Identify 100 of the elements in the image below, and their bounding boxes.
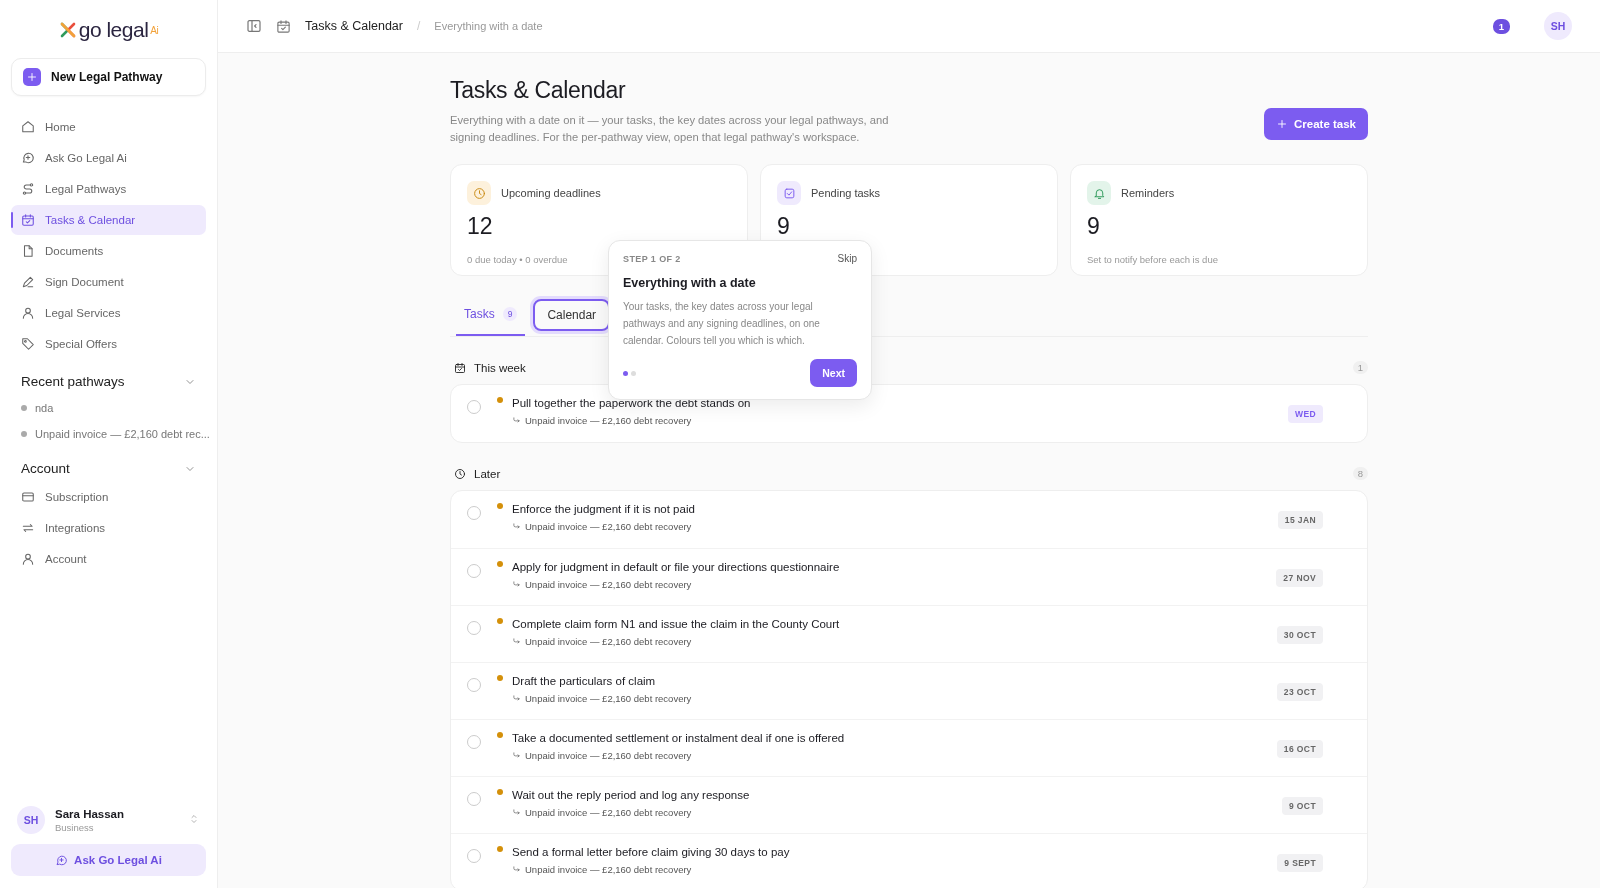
stat-label: Reminders: [1121, 187, 1175, 199]
page-title: Tasks & Calendar: [450, 77, 627, 104]
plus-icon: [23, 68, 41, 86]
task-title: Apply for judgment in default or file your directions questionnaire: [512, 561, 840, 573]
task-title: Draft the particulars of claim: [512, 675, 657, 687]
task-pathway: Unpaid invoice — £2,160 debt recovery: [525, 579, 692, 590]
date-badge: 27 NOV: [1276, 568, 1323, 587]
stat-value: 9: [777, 213, 791, 239]
chat-bubble-icon: [55, 853, 69, 867]
user-plan: Business: [55, 821, 95, 833]
section-title: Recent pathways: [21, 374, 125, 389]
task-pathway: Unpaid invoice — £2,160 debt recovery: [525, 415, 692, 426]
skip-link[interactable]: Skip: [837, 253, 857, 264]
stat-note: 0 due today • 0 overdue: [467, 254, 568, 265]
stat-label: Upcoming deadlines: [501, 187, 601, 199]
task-title: Wait out the reply period and log any response: [512, 789, 750, 801]
nav-item[interactable]: Tasks & Calendar: [11, 205, 206, 235]
person-icon: [21, 306, 35, 320]
recent-pathway[interactable]: nda: [11, 395, 206, 421]
stat-value: 12: [467, 213, 494, 239]
stat-label: Pending tasks: [811, 187, 881, 199]
task-pathway: Unpaid invoice — £2,160 debt recovery: [525, 693, 692, 704]
task-pathway: Unpaid invoice — £2,160 debt recovery: [525, 864, 692, 875]
priority-dot: [497, 561, 503, 567]
nav-item[interactable]: Account: [11, 544, 206, 574]
task-pathway: Unpaid invoice — £2,160 debt recovery: [525, 521, 692, 532]
nav-item[interactable]: Documents: [11, 236, 206, 266]
group-count: 8: [1352, 467, 1368, 480]
calendar-icon: [454, 361, 466, 374]
checkbox-icon: [777, 181, 801, 205]
page-description: Everything with a date on it — your tasks, the key dates across your legal pathways, and signing deadlines. For the per-pathway view, open that legal pathway's workspace.: [450, 113, 890, 145]
clock-icon: [454, 467, 466, 480]
date-badge: 9 SEPT: [1277, 853, 1323, 872]
logo: go legal$^{Ai}$: [58, 18, 159, 42]
task-title: Enforce the judgment if it is not paid: [512, 503, 695, 515]
group-title: Later: [474, 467, 501, 480]
priority-dot: [497, 618, 503, 624]
tour-body: Your tasks, the key dates across your legal pathways and any signing deadlines, on one calendar. Colours tell you which is which.: [623, 300, 821, 348]
tour-title: Everything with a date: [623, 276, 757, 290]
bell-icon: [1087, 181, 1111, 205]
date-badge: 30 OCT: [1276, 625, 1323, 644]
priority-dot: [497, 732, 503, 738]
calendar-icon: [21, 213, 35, 227]
tab-count: 9: [502, 307, 518, 321]
credit-card-icon: [21, 490, 35, 504]
tab[interactable]: Calendar: [533, 299, 611, 331]
pen-icon: [21, 275, 35, 289]
sidebar-toggle-icon: [246, 18, 262, 34]
user-name: Sara Hassan: [55, 807, 126, 820]
branch-icon: [512, 694, 521, 703]
new-pathway-button[interactable]: New Legal Pathway: [11, 58, 206, 96]
priority-dot: [497, 503, 503, 509]
branch-icon: [512, 865, 521, 874]
task-title: Send a formal letter before claim giving 30 days to pay: [512, 846, 790, 858]
next-button[interactable]: Next: [810, 359, 857, 387]
nav-item[interactable]: Home: [11, 112, 206, 142]
priority-dot: [497, 846, 503, 852]
nav-item[interactable]: Subscription: [11, 482, 206, 512]
nav-item[interactable]: Legal Pathways: [11, 174, 206, 204]
clock-icon: [467, 181, 491, 205]
branch-icon: [512, 580, 521, 589]
expand-icon: [188, 813, 200, 825]
user-avatar[interactable]: SH: [17, 806, 45, 834]
breadcrumb-subtitle: Everything with a date: [434, 20, 543, 32]
create-task-button[interactable]: Create task: [1264, 108, 1368, 140]
nav-item[interactable]: Special Offers: [11, 329, 206, 359]
tab[interactable]: Tasks 9: [456, 294, 526, 336]
ask-ai-button[interactable]: Ask Go Legal Ai: [11, 844, 206, 876]
date-badge: 15 JAN: [1277, 511, 1323, 529]
branch-icon: [512, 808, 521, 817]
breadcrumb-title: Tasks & Calendar: [305, 19, 403, 33]
nav-item[interactable]: Legal Services: [11, 298, 206, 328]
date-badge: WED: [1287, 405, 1323, 423]
notification-badge[interactable]: 1: [1492, 18, 1510, 34]
home-icon: [21, 120, 35, 134]
nav-item[interactable]: Sign Document: [11, 267, 206, 297]
plus-icon: [1276, 118, 1288, 130]
task-pathway: Unpaid invoice — £2,160 debt recovery: [525, 750, 692, 761]
person-icon: [21, 552, 35, 566]
breadcrumb-separator: /: [416, 19, 421, 33]
task-title: Complete claim form N1 and issue the claim in the County Court: [512, 618, 840, 630]
calendar-icon: [276, 18, 291, 34]
tag-icon: [21, 337, 35, 351]
date-badge: 23 OCT: [1276, 682, 1323, 701]
priority-dot: [497, 675, 503, 681]
branch-icon: [512, 416, 521, 425]
priority-dot: [497, 789, 503, 795]
task-title: Pull together the paperwork the debt stands on: [512, 397, 751, 409]
branch-icon: [512, 751, 521, 760]
user-avatar[interactable]: SH: [1544, 12, 1572, 40]
group-title: This week: [474, 361, 526, 374]
task-pathway: Unpaid invoice — £2,160 debt recovery: [525, 636, 692, 647]
stat-note: Set to notify before each is due: [1087, 254, 1218, 265]
nav-item[interactable]: Ask Go Legal Ai: [11, 143, 206, 173]
task-title: Take a documented settlement or instalment deal if one is offered: [512, 732, 845, 744]
task-pathway: Unpaid invoice — £2,160 debt recovery: [525, 807, 692, 818]
nav-item[interactable]: Integrations: [11, 513, 206, 543]
route-icon: [21, 182, 35, 196]
document-icon: [21, 244, 35, 258]
group-count: 1: [1352, 361, 1368, 374]
